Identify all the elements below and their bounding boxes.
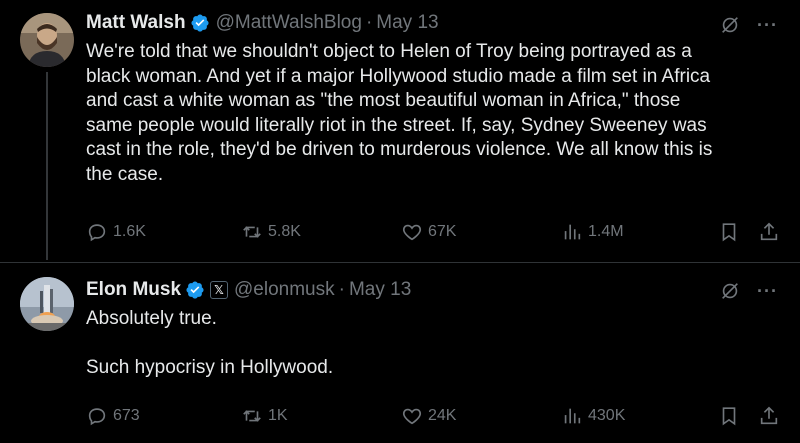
bookmark-icon xyxy=(722,407,736,426)
verified-badge-icon xyxy=(191,14,209,32)
like-count: 24K xyxy=(428,407,457,424)
tweet-text-line: same people would literally riot in the … xyxy=(86,114,707,136)
share-icon xyxy=(760,406,778,425)
tweet-text: Absolutely true. Such hypocrisy in Holly… xyxy=(86,307,786,381)
tweet-date[interactable]: May 13 xyxy=(376,12,438,34)
grok-icon[interactable] xyxy=(719,280,741,302)
views-icon xyxy=(564,408,581,424)
tweet-text-line: and cast a white woman as "the most beau… xyxy=(86,90,681,112)
tweet-text-line: cast in the role, they'd be driven to mu… xyxy=(86,139,713,161)
grok-icon[interactable] xyxy=(719,14,741,36)
tweet-actions: 1.6K 5.8K 67K 1.4M xyxy=(86,221,780,245)
author-name[interactable]: Elon Musk xyxy=(86,279,181,301)
tweet-text: We're told that we shouldn't object to H… xyxy=(86,40,786,188)
views-count: 430K xyxy=(588,407,626,424)
retweet-count: 1K xyxy=(268,407,288,424)
avatar[interactable] xyxy=(20,277,74,331)
tweet-date[interactable]: May 13 xyxy=(349,279,411,301)
author-handle[interactable]: @MattWalshBlog xyxy=(216,12,362,34)
more-options-icon[interactable]: ··· xyxy=(757,16,778,34)
reply-button[interactable]: 673 xyxy=(86,405,140,427)
bookmark-icon xyxy=(722,223,736,242)
heart-icon xyxy=(402,408,422,425)
avatar[interactable] xyxy=(20,13,74,67)
reply-count: 1.6K xyxy=(113,223,146,240)
like-button[interactable]: 67K xyxy=(401,221,456,243)
tweet-text-line: We're told that we shouldn't object to H… xyxy=(86,41,692,62)
x-affiliate-badge-icon[interactable]: 𝕏 xyxy=(210,281,229,299)
tweet-text-line: Such hypocrisy in Hollywood. xyxy=(86,357,334,379)
heart-icon xyxy=(402,224,422,241)
reply-icon xyxy=(88,408,106,426)
separator-dot: · xyxy=(365,12,373,33)
share-button[interactable] xyxy=(758,405,780,427)
bookmark-button[interactable] xyxy=(718,405,740,427)
tweet-matt-walsh[interactable]: Matt Walsh @MattWalshBlog · May 13 We're… xyxy=(0,0,800,263)
reply-count: 673 xyxy=(113,407,140,424)
retweet-icon xyxy=(243,226,261,238)
tweet-text-line: the case. xyxy=(86,163,164,185)
author-handle[interactable]: @elonmusk xyxy=(234,279,335,301)
retweet-button[interactable]: 1K xyxy=(241,405,288,427)
reply-icon xyxy=(88,224,106,242)
views-count: 1.4M xyxy=(588,223,624,240)
tweet-elon-musk[interactable]: Elon Musk 𝕏 @elonmusk · May 13 Absolutel… xyxy=(0,263,800,443)
author-name[interactable]: Matt Walsh xyxy=(86,12,186,34)
like-count: 67K xyxy=(428,223,457,240)
separator-dot: · xyxy=(338,279,345,300)
views-icon xyxy=(564,224,581,240)
retweet-count: 5.8K xyxy=(268,223,301,240)
retweet-button[interactable]: 5.8K xyxy=(241,221,301,243)
tweet-text-line: Absolutely true. xyxy=(86,308,217,329)
reply-button[interactable]: 1.6K xyxy=(86,221,146,243)
more-options-icon[interactable]: ··· xyxy=(757,282,778,300)
views-button[interactable]: 1.4M xyxy=(561,221,624,243)
like-button[interactable]: 24K xyxy=(401,405,456,427)
bookmark-button[interactable] xyxy=(718,221,740,243)
tweet-actions: 673 1K 24K 430K xyxy=(86,405,780,429)
tweet-text-line: black woman. And yet if a major Hollywoo… xyxy=(86,65,711,87)
views-button[interactable]: 430K xyxy=(561,405,625,427)
share-button[interactable] xyxy=(758,221,780,243)
share-icon xyxy=(760,222,778,241)
retweet-icon xyxy=(243,410,261,422)
verified-badge-icon xyxy=(186,281,204,299)
